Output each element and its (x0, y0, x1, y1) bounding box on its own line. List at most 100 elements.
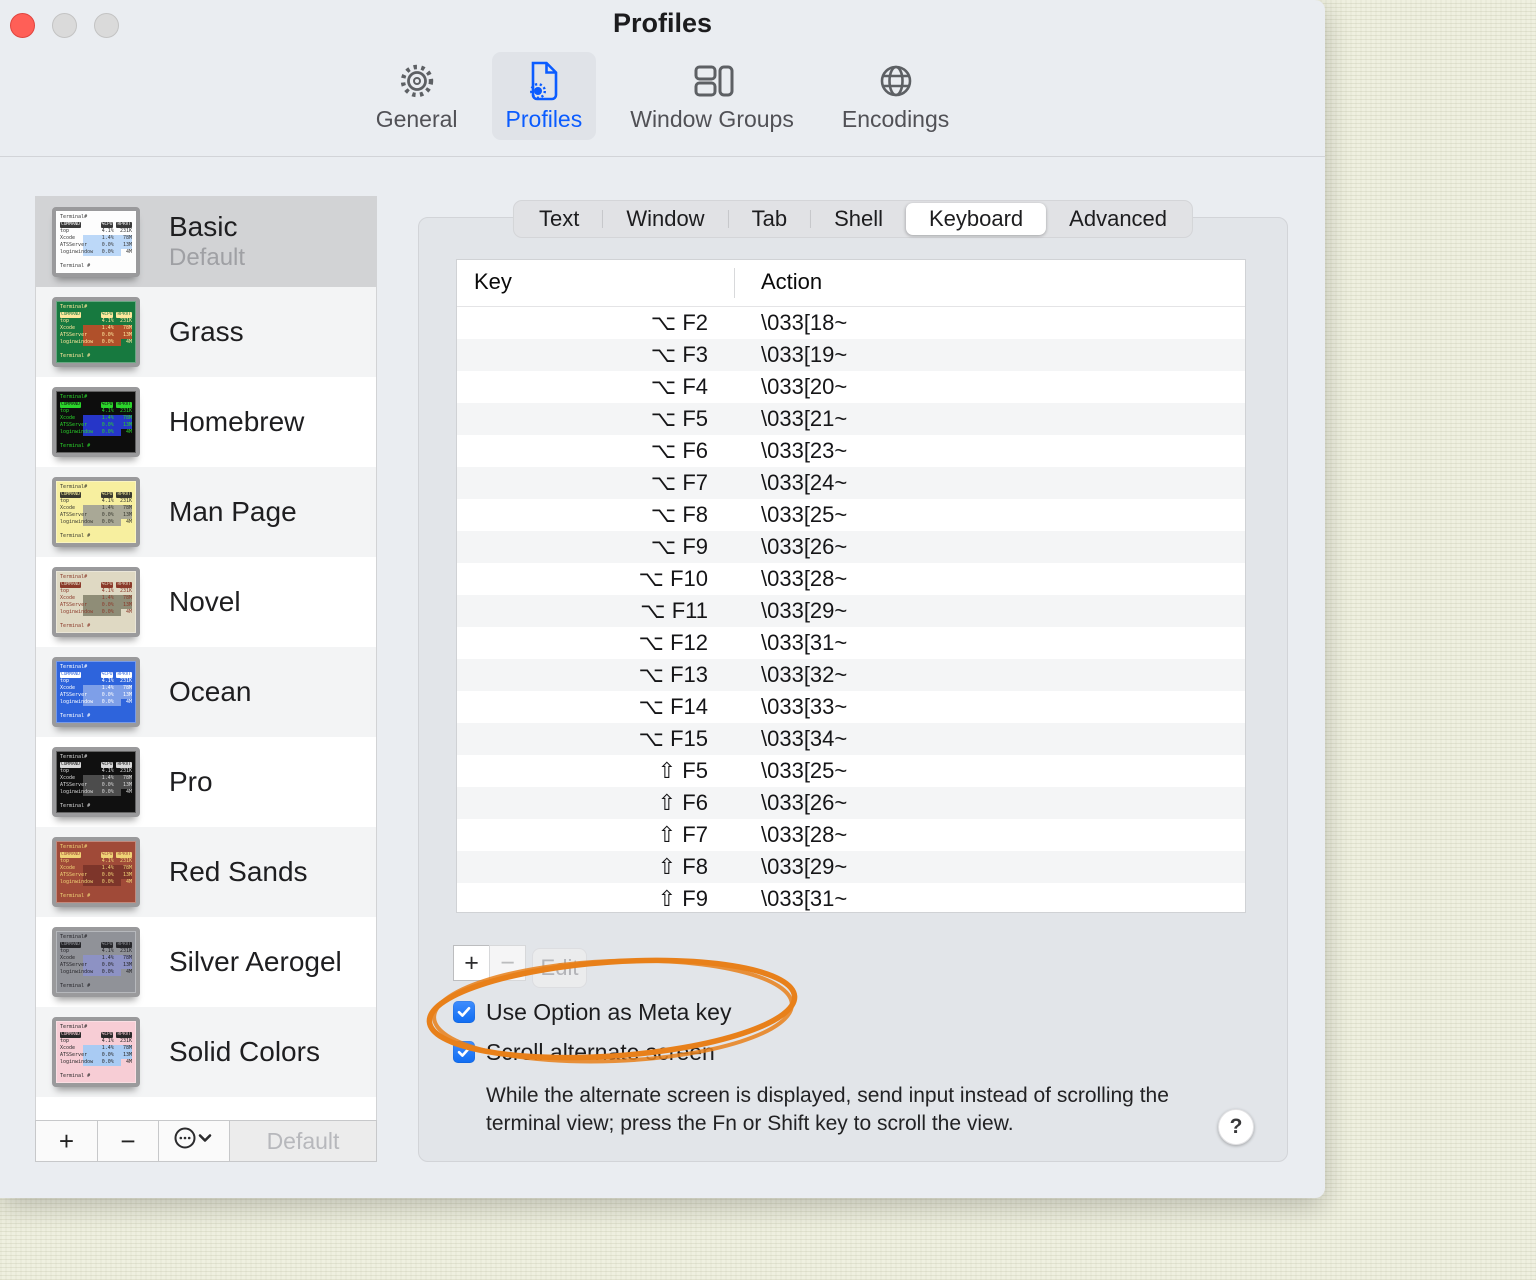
terminal-preferences-window: Profiles General Profiles Window Groups … (0, 0, 1325, 1198)
profile-name: Pro (169, 766, 213, 797)
table-row[interactable]: ⌥ F12 \033[31~ (457, 627, 1245, 659)
remove-profile-button[interactable]: − (98, 1121, 159, 1161)
key-cell: ⌥ F15 (638, 726, 708, 751)
add-mapping-button[interactable]: + (453, 945, 490, 981)
table-row[interactable]: ⌥ F15 \033[34~ (457, 723, 1245, 755)
tab-text[interactable]: Text (516, 203, 602, 235)
profile-list-item[interactable]: Terminal# COMMAND %CPU RPRVT top 4.1% 231K Xc… (36, 1007, 376, 1097)
table-row[interactable]: ⌥ F5 \033[21~ (457, 403, 1245, 435)
profile-list: Terminal# COMMAND %CPU RPRVT top 4.1% 231K Xc… (35, 196, 377, 1121)
use-option-as-meta-label: Use Option as Meta key (486, 998, 732, 1025)
thumbnail-screen: Terminal# COMMAND %CPU RPRVT top 4.1% 231K Xc… (60, 754, 132, 809)
use-option-as-meta-checkbox[interactable] (453, 1001, 475, 1023)
table-row[interactable]: ⇧ F5 \033[25~ (457, 755, 1245, 787)
profile-list-item[interactable]: Terminal# COMMAND %CPU RPRVT top 4.1% 231K Xc… (36, 827, 376, 917)
thumbnail-screen: Terminal# COMMAND %CPU RPRVT top 4.1% 231K Xc… (60, 214, 132, 269)
preferences-toolbar: General Profiles Window Groups Encodings (0, 52, 1325, 140)
profile-list-item[interactable]: Terminal# COMMAND %CPU RPRVT top 4.1% 231K Xc… (36, 557, 376, 647)
key-cell: ⌥ F11 (640, 598, 708, 623)
thumbnail-screen: Terminal# COMMAND %CPU RPRVT top 4.1% 231K Xc… (60, 574, 132, 629)
toolbar-item-label: Window Groups (630, 106, 794, 132)
alternate-screen-description: While the alternate screen is displayed,… (486, 1084, 1169, 1135)
edit-mapping-button[interactable]: Edit (532, 948, 587, 988)
profile-list-item[interactable]: Terminal# COMMAND %CPU RPRVT top 4.1% 231K Xc… (36, 647, 376, 737)
more-actions-button[interactable] (159, 1121, 230, 1161)
profile-name: Solid Colors (169, 1036, 320, 1067)
key-cell: ⇧ F5 (657, 758, 708, 783)
profile-name: Homebrew (169, 406, 305, 437)
profile-list-item[interactable]: Terminal# COMMAND %CPU RPRVT top 4.1% 231K Xc… (36, 737, 376, 827)
profile-thumbnail: Terminal# COMMAND %CPU RPRVT top 4.1% 231K Xc… (52, 1017, 140, 1087)
help-button[interactable]: ? (1218, 1109, 1254, 1145)
key-column-header[interactable]: Key (474, 269, 512, 295)
profile-list-footer: + − Default (35, 1120, 377, 1162)
action-cell: \033[33~ (761, 694, 848, 719)
profile-name: Ocean (169, 676, 252, 707)
column-divider (734, 268, 735, 298)
tab-keyboard[interactable]: Keyboard (905, 203, 1047, 235)
profile-list-item[interactable]: Terminal# COMMAND %CPU RPRVT top 4.1% 231K Xc… (36, 287, 376, 377)
table-row[interactable]: ⌥ F4 \033[20~ (457, 371, 1245, 403)
key-cell: ⌥ F12 (638, 630, 708, 655)
table-row[interactable]: ⇧ F6 \033[26~ (457, 787, 1245, 819)
tab-window[interactable]: Window (603, 203, 727, 235)
key-cell: ⌥ F4 (650, 374, 708, 399)
table-row[interactable]: ⇧ F7 \033[28~ (457, 819, 1245, 851)
set-default-button[interactable]: Default (230, 1121, 376, 1161)
desktop: Profiles General Profiles Window Groups … (0, 0, 1536, 1280)
add-profile-button[interactable]: + (36, 1121, 98, 1161)
table-row[interactable]: ⇧ F9 \033[31~ (457, 883, 1245, 912)
checkmark-icon (457, 1006, 471, 1017)
scroll-alternate-screen-checkbox[interactable] (453, 1041, 475, 1063)
table-body: ⌥ F2 \033[18~ ⌥ F3 \033[19~ ⌥ F4 \033[20… (457, 307, 1245, 912)
table-row[interactable]: ⌥ F8 \033[25~ (457, 499, 1245, 531)
key-cell: ⌥ F5 (650, 406, 708, 431)
action-cell: \033[31~ (761, 630, 848, 655)
mapping-buttons: + − Edit (453, 945, 587, 988)
key-cell: ⌥ F2 (650, 310, 708, 335)
toolbar-item-profiles[interactable]: Profiles (491, 52, 597, 140)
table-row[interactable]: ⌥ F11 \033[29~ (457, 595, 1245, 627)
profile-name: Novel (169, 586, 241, 617)
action-cell: \033[26~ (761, 534, 848, 559)
profile-thumbnail: Terminal# COMMAND %CPU RPRVT top 4.1% 231K Xc… (52, 747, 140, 817)
table-row[interactable]: ⌥ F14 \033[33~ (457, 691, 1245, 723)
action-cell: \033[31~ (761, 886, 848, 911)
profile-thumbnail: Terminal# COMMAND %CPU RPRVT top 4.1% 231K Xc… (52, 207, 140, 277)
profile-list-item[interactable]: Terminal# COMMAND %CPU RPRVT top 4.1% 231K Xc… (36, 467, 376, 557)
toolbar-item-general[interactable]: General (362, 52, 472, 140)
action-cell: \033[28~ (761, 566, 848, 591)
profile-list-item[interactable]: Terminal# COMMAND %CPU RPRVT top 4.1% 231K Xc… (36, 197, 376, 287)
table-row[interactable]: ⇧ F8 \033[29~ (457, 851, 1245, 883)
toolbar-item-encodings[interactable]: Encodings (828, 52, 963, 140)
table-row[interactable]: ⌥ F10 \033[28~ (457, 563, 1245, 595)
tab-advanced[interactable]: Advanced (1046, 203, 1190, 235)
toolbar-item-label: Profiles (505, 106, 583, 132)
tab-shell[interactable]: Shell (811, 203, 906, 235)
table-row[interactable]: ⌥ F9 \033[26~ (457, 531, 1245, 563)
key-cell: ⌥ F14 (638, 694, 708, 719)
profile-name: Man Page (169, 496, 297, 527)
key-mappings-table: Key Action ⌥ F2 \033[18~ ⌥ F3 \033[19~ ⌥… (456, 259, 1246, 913)
table-row[interactable]: ⌥ F6 \033[23~ (457, 435, 1245, 467)
key-cell: ⌥ F10 (638, 566, 708, 591)
table-row[interactable]: ⌥ F3 \033[19~ (457, 339, 1245, 371)
profile-list-item[interactable]: Terminal# COMMAND %CPU RPRVT top 4.1% 231K Xc… (36, 917, 376, 1007)
scroll-alternate-screen-label: Scroll alternate screen (486, 1038, 715, 1065)
table-row[interactable]: ⌥ F2 \033[18~ (457, 307, 1245, 339)
globe-icon (876, 60, 916, 102)
table-row[interactable]: ⌥ F7 \033[24~ (457, 467, 1245, 499)
profile-tabs: Text Window Tab Shell Keyboard Advanced (512, 200, 1194, 238)
remove-mapping-button[interactable]: − (489, 945, 526, 981)
key-cell: ⌥ F13 (638, 662, 708, 687)
thumbnail-screen: Terminal# COMMAND %CPU RPRVT top 4.1% 231K Xc… (60, 664, 132, 719)
action-cell: \033[25~ (761, 502, 848, 527)
key-cell: ⌥ F8 (650, 502, 708, 527)
table-row[interactable]: ⌥ F13 \033[32~ (457, 659, 1245, 691)
profile-list-item[interactable]: Terminal# COMMAND %CPU RPRVT top 4.1% 231K Xc… (36, 377, 376, 467)
action-column-header[interactable]: Action (761, 269, 822, 295)
tab-tab[interactable]: Tab (729, 203, 810, 235)
action-cell: \033[20~ (761, 374, 848, 399)
profile-thumbnail: Terminal# COMMAND %CPU RPRVT top 4.1% 231K Xc… (52, 657, 140, 727)
toolbar-item-window-groups[interactable]: Window Groups (616, 52, 808, 140)
